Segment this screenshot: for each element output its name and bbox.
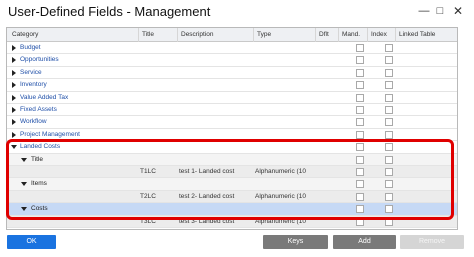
category-label[interactable]: Value Added Tax bbox=[20, 94, 68, 101]
col-title[interactable]: Title bbox=[142, 31, 154, 38]
index-checkbox[interactable] bbox=[385, 93, 393, 102]
category-row[interactable]: Value Added Tax bbox=[7, 91, 457, 104]
col-index[interactable]: Index bbox=[371, 31, 387, 38]
expand-arrow-icon[interactable] bbox=[12, 82, 16, 89]
landed-costs-highlight bbox=[6, 139, 454, 220]
mandatory-checkbox[interactable] bbox=[356, 44, 364, 52]
category-label[interactable]: Budget bbox=[20, 44, 41, 51]
category-row[interactable]: Opportunities bbox=[7, 54, 457, 67]
col-description[interactable]: Description bbox=[181, 31, 214, 38]
index-checkbox[interactable] bbox=[385, 81, 393, 90]
index-checkbox[interactable] bbox=[385, 44, 393, 52]
category-row[interactable]: Service bbox=[7, 66, 457, 80]
category-label[interactable]: Inventory bbox=[20, 81, 47, 88]
ok-button[interactable]: OK bbox=[7, 235, 56, 249]
expand-arrow-icon[interactable] bbox=[12, 107, 16, 113]
remove-button[interactable]: Remove bbox=[400, 235, 464, 249]
grid-header: Category Title Description Type Dflt Man… bbox=[7, 28, 457, 42]
col-type[interactable]: Type bbox=[257, 31, 271, 38]
category-row[interactable]: Inventory bbox=[7, 79, 457, 92]
category-row[interactable]: Fixed Assets bbox=[7, 104, 457, 117]
mandatory-checkbox[interactable] bbox=[356, 106, 364, 114]
category-row[interactable]: Workflow bbox=[7, 116, 457, 129]
expand-arrow-icon[interactable] bbox=[12, 69, 16, 76]
mandatory-checkbox[interactable] bbox=[356, 68, 364, 77]
window-title: User-Defined Fields - Management bbox=[8, 4, 211, 19]
mandatory-checkbox[interactable] bbox=[356, 93, 364, 102]
col-default[interactable]: Dflt bbox=[319, 31, 329, 38]
mandatory-checkbox[interactable] bbox=[356, 56, 364, 65]
category-label[interactable]: Workflow bbox=[20, 118, 47, 125]
category-label[interactable]: Project Management bbox=[20, 131, 80, 138]
col-category[interactable]: Category bbox=[12, 31, 38, 38]
category-label[interactable]: Fixed Assets bbox=[20, 106, 57, 113]
mandatory-checkbox[interactable] bbox=[356, 81, 364, 90]
col-mandatory[interactable]: Mand. bbox=[342, 31, 360, 38]
mandatory-checkbox[interactable] bbox=[356, 130, 364, 139]
category-label[interactable]: Service bbox=[20, 69, 42, 76]
index-checkbox[interactable] bbox=[385, 118, 393, 127]
category-label[interactable]: Opportunities bbox=[20, 56, 59, 63]
minimize-icon[interactable]: — bbox=[417, 4, 431, 18]
expand-arrow-icon[interactable] bbox=[12, 119, 16, 126]
expand-arrow-icon[interactable] bbox=[12, 131, 16, 138]
index-checkbox[interactable] bbox=[385, 56, 393, 65]
close-icon[interactable]: ✕ bbox=[451, 4, 465, 18]
mandatory-checkbox[interactable] bbox=[356, 118, 364, 127]
index-checkbox[interactable] bbox=[385, 130, 393, 139]
expand-arrow-icon[interactable] bbox=[12, 57, 16, 64]
index-checkbox[interactable] bbox=[385, 106, 393, 114]
maximize-icon[interactable]: □ bbox=[433, 4, 447, 18]
expand-arrow-icon[interactable] bbox=[12, 94, 16, 101]
category-row[interactable]: User Tables bbox=[7, 228, 457, 229]
col-linked-table[interactable]: Linked Table bbox=[399, 31, 435, 38]
keys-button[interactable]: Keys bbox=[263, 235, 328, 249]
category-row[interactable]: Budget bbox=[7, 42, 457, 55]
add-button[interactable]: Add bbox=[333, 235, 396, 249]
expand-arrow-icon[interactable] bbox=[12, 45, 16, 51]
title-bar: User-Defined Fields - Management — □ ✕ bbox=[0, 0, 474, 26]
index-checkbox[interactable] bbox=[385, 68, 393, 77]
